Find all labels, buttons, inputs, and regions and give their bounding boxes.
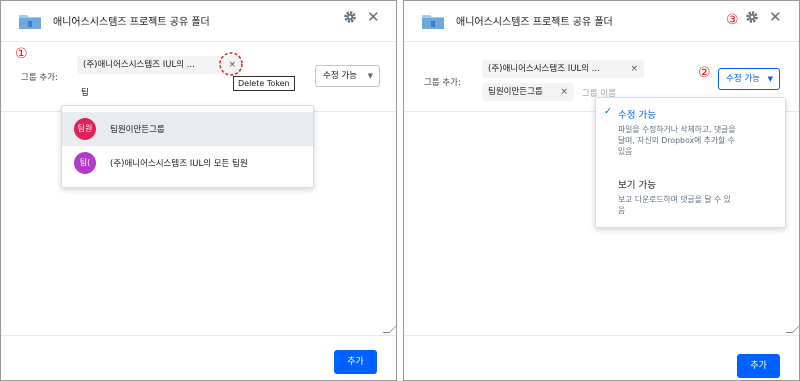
- resize-handle[interactable]: [785, 326, 799, 333]
- token-remove-icon[interactable]: ×: [560, 83, 568, 101]
- suggestion-item[interactable]: 팀( (주)애니어스시스템즈 IUL의 모든 팀원: [62, 146, 313, 180]
- annotation-marker: ②: [698, 65, 711, 81]
- delete-token-tooltip: Delete Token: [233, 76, 295, 91]
- group-avatar: 팀원: [74, 118, 96, 140]
- add-button[interactable]: 추가: [334, 350, 377, 374]
- group-avatar: 팀(: [74, 152, 96, 174]
- suggestion-label: (주)애니어스시스템즈 IUL의 모든 팀원: [110, 159, 248, 169]
- permission-value: 수정 가능: [726, 74, 760, 84]
- permission-menu: ✓ 수정 가능 파일을 수정하거나 삭제하고, 댓글을 달며, 자신의 Drop…: [595, 97, 786, 228]
- resize-handle[interactable]: [382, 326, 396, 333]
- suggestion-label: 팀원이만든그룹: [110, 125, 165, 135]
- group-token[interactable]: (주)애니어스시스템즈 IUL의 ... ×: [482, 60, 644, 78]
- chevron-down-icon: ▼: [367, 72, 373, 80]
- dialog-header: 애니어스시스템즈 프로젝트 공유 폴더 ③ ✕: [404, 1, 799, 42]
- group-suggestions-list: 팀원 팀원이만든그룹 팀( (주)애니어스시스템즈 IUL의 모든 팀원: [61, 105, 314, 188]
- add-button[interactable]: 추가: [737, 354, 780, 378]
- gear-icon[interactable]: [745, 10, 759, 24]
- annotation-marker: ③: [726, 12, 739, 28]
- share-dialog-left: 애니어스시스템즈 프로젝트 공유 폴더 ✕ ① 그룹 추가: (주)애니어스시스…: [0, 0, 397, 381]
- annotation-marker: ①: [15, 46, 28, 62]
- option-edit[interactable]: 수정 가능: [618, 107, 656, 121]
- check-icon: ✓: [604, 106, 612, 117]
- group-search-input[interactable]: 팀: [81, 86, 89, 98]
- option-view-desc: 보고 다운로드하며 댓글을 달 수 있 음: [618, 195, 731, 215]
- group-add-label: 그룹 추가:: [424, 78, 461, 88]
- highlight-circle: [219, 52, 243, 76]
- folder-icon: [19, 15, 41, 29]
- group-token[interactable]: 팀원이만든그룹 ×: [482, 83, 574, 101]
- group-add-label: 그룹 추가:: [21, 73, 58, 83]
- close-icon[interactable]: ✕: [769, 9, 782, 25]
- permission-dropdown[interactable]: 수정 가능 ▼: [315, 65, 380, 87]
- option-view[interactable]: 보기 가능: [618, 177, 656, 191]
- close-icon[interactable]: ✕: [367, 9, 380, 25]
- option-edit-desc: 파일을 수정하거나 삭제하고, 댓글을 달며, 자신의 Dropbox에 추가할…: [618, 125, 736, 156]
- chevron-down-icon: ▼: [767, 75, 773, 83]
- dialog-title: 애니어스시스템즈 프로젝트 공유 폴더: [456, 17, 613, 28]
- token-label: (주)애니어스시스템즈 IUL의 ...: [488, 64, 600, 74]
- token-label: (주)애니어스시스템즈 IUL의 ...: [83, 60, 195, 70]
- dialog-header: 애니어스시스템즈 프로젝트 공유 폴더 ✕: [1, 1, 396, 42]
- suggestion-item[interactable]: 팀원 팀원이만든그룹: [62, 112, 313, 146]
- token-label: 팀원이만든그룹: [488, 87, 543, 97]
- token-remove-icon[interactable]: ×: [630, 60, 638, 78]
- folder-icon: [422, 15, 444, 29]
- permission-dropdown[interactable]: 수정 가능 ▼: [718, 68, 780, 90]
- gear-icon[interactable]: [343, 10, 357, 24]
- share-dialog-right: 애니어스시스템즈 프로젝트 공유 폴더 ③ ✕ 그룹 추가: (주)애니어스시스…: [403, 0, 800, 381]
- dialog-title: 애니어스시스템즈 프로젝트 공유 폴더: [53, 17, 210, 28]
- permission-value: 수정 가능: [323, 71, 357, 81]
